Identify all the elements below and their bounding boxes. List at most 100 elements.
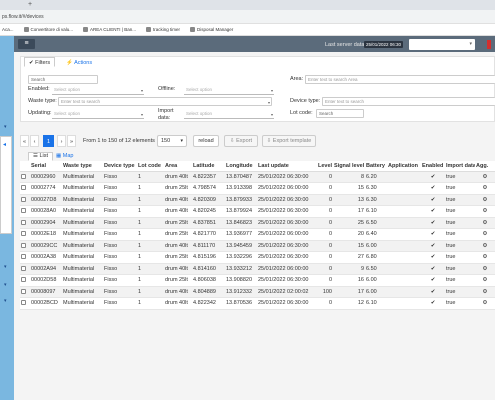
- table-row[interactable]: 000027D8 Multimaterial Fisso 1 drum 40lt 4.82…: [20, 194, 495, 206]
- gear-icon[interactable]: ⚙: [475, 228, 495, 241]
- gear-icon[interactable]: ⚙: [475, 182, 495, 195]
- row-checkbox-cell[interactable]: [20, 194, 30, 206]
- row-checkbox-cell[interactable]: [20, 286, 30, 298]
- gear-icon[interactable]: ⚙: [475, 171, 495, 183]
- gear-icon[interactable]: ⚙: [475, 274, 495, 287]
- page-1-button[interactable]: 1: [43, 135, 54, 147]
- row-checkbox-cell[interactable]: [20, 297, 30, 310]
- bookmark-item[interactable]: Disposal Manager: [190, 27, 233, 32]
- row-checkbox[interactable]: [21, 173, 26, 179]
- export-button[interactable]: ⇩ Export: [224, 135, 258, 147]
- reload-button[interactable]: reload: [193, 135, 219, 147]
- column-header[interactable]: Battery: [365, 161, 387, 172]
- export-template-button[interactable]: ⇩ Export template: [262, 135, 316, 147]
- row-checkbox-cell[interactable]: [20, 240, 30, 252]
- row-checkbox-cell[interactable]: [20, 217, 30, 229]
- row-checkbox[interactable]: [21, 219, 26, 225]
- bookmark-item[interactable]: Aca...: [2, 27, 14, 32]
- column-header[interactable]: Signal level: [333, 161, 365, 172]
- column-header[interactable]: Application: [387, 161, 421, 172]
- table-row[interactable]: 00002960 Multimaterial Fisso 1 drum 40lt 4.82…: [20, 171, 495, 183]
- tab-list[interactable]: ☰ List: [28, 152, 54, 161]
- tab-map[interactable]: ▦ Map: [56, 153, 73, 160]
- row-checkbox[interactable]: [21, 300, 26, 306]
- column-header[interactable]: Serial: [30, 161, 62, 172]
- row-checkbox[interactable]: [21, 277, 26, 283]
- row-checkbox-cell[interactable]: [20, 171, 30, 183]
- column-header[interactable]: Import data: [445, 161, 475, 172]
- bookmark-item[interactable]: tracking timer: [145, 27, 180, 32]
- top-select[interactable]: ▾: [409, 39, 475, 50]
- bookmark-item[interactable]: AREA CLIENTI | Ban...: [83, 27, 136, 32]
- table-row[interactable]: 00008097 Multimaterial Fisso 1 drum 40lt 4.80…: [20, 286, 495, 298]
- row-checkbox[interactable]: [21, 196, 26, 202]
- tab-actions[interactable]: ⚡ Actions: [62, 58, 96, 67]
- row-checkbox[interactable]: [21, 208, 26, 214]
- prev-page-button[interactable]: ‹: [30, 135, 39, 147]
- address-bar[interactable]: ps.flow.it/#/devices: [0, 10, 495, 24]
- row-checkbox-cell[interactable]: [20, 251, 30, 264]
- row-checkbox[interactable]: [21, 254, 26, 260]
- column-header[interactable]: Device type: [103, 161, 137, 172]
- table-row[interactable]: 00002A38 Multimaterial Fisso 1 drum 25lt 4.81…: [20, 251, 495, 264]
- table-row[interactable]: 000029CC Multimaterial Fisso 1 drum 40lt 4.81…: [20, 240, 495, 252]
- gear-icon[interactable]: ⚙: [475, 240, 495, 252]
- gear-icon[interactable]: ⚙: [475, 297, 495, 310]
- page-size-select[interactable]: 150 ▾: [157, 135, 187, 147]
- gear-icon[interactable]: ⚙: [475, 205, 495, 218]
- row-checkbox-cell[interactable]: [20, 228, 30, 241]
- chevron-down-icon[interactable]: ▾: [4, 264, 7, 270]
- gear-icon[interactable]: ⚙: [475, 286, 495, 298]
- chevron-down-icon[interactable]: ▾: [4, 282, 7, 288]
- first-page-button[interactable]: «: [20, 135, 29, 147]
- enabled-select[interactable]: Select option ▾: [52, 86, 144, 95]
- tab-filters[interactable]: ✔ Filters: [24, 57, 56, 67]
- gear-icon[interactable]: ⚙: [475, 217, 495, 229]
- column-header[interactable]: Area: [164, 161, 192, 172]
- import-data-select[interactable]: Select option ▾: [184, 110, 274, 119]
- new-tab-button[interactable]: +: [28, 1, 32, 8]
- row-checkbox[interactable]: [21, 242, 26, 248]
- table-row[interactable]: 00002D58 Multimaterial Fisso 1 drum 25lt 4.80…: [20, 274, 495, 287]
- chevron-down-icon[interactable]: ▾: [4, 298, 7, 304]
- flag-icon[interactable]: [487, 40, 491, 49]
- area-input[interactable]: Enter text to search Area: [305, 75, 495, 84]
- column-header[interactable]: Enabled: [421, 161, 445, 172]
- table-row[interactable]: 000028A0 Multimaterial Fisso 1 drum 40lt 4.82…: [20, 205, 495, 218]
- row-checkbox[interactable]: [21, 185, 26, 191]
- row-checkbox[interactable]: [21, 288, 26, 294]
- row-checkbox-cell[interactable]: [20, 263, 30, 275]
- lot-code-input[interactable]: Search: [316, 109, 364, 118]
- column-header[interactable]: Waste type: [62, 161, 103, 172]
- sidebar-collapsed-panel[interactable]: ◂: [0, 136, 12, 234]
- column-header[interactable]: Last update: [257, 161, 317, 172]
- chevron-left-icon[interactable]: ◂: [3, 141, 6, 148]
- table-row[interactable]: 00002774 Multimaterial Fisso 1 drum 25lt 4.79…: [20, 182, 495, 195]
- table-row[interactable]: 00002E18 Multimaterial Fisso 1 drum 25lt 4.82…: [20, 228, 495, 241]
- device-type-input[interactable]: Enter text to search: [322, 97, 495, 106]
- row-checkbox[interactable]: [21, 231, 26, 237]
- gear-icon[interactable]: ⚙: [475, 251, 495, 264]
- offline-select[interactable]: Select option ▾: [184, 86, 274, 95]
- select-all-checkbox-cell[interactable]: [20, 161, 30, 172]
- bookmark-item[interactable]: Convertitore di valu...: [23, 27, 73, 32]
- table-row[interactable]: 00002904 Multimaterial Fisso 1 drum 25lt 4.83…: [20, 217, 495, 229]
- updating-select[interactable]: Select option ▾: [52, 110, 144, 119]
- row-checkbox-cell[interactable]: [20, 205, 30, 218]
- column-header[interactable]: Longitude: [225, 161, 257, 172]
- next-page-button[interactable]: ›: [57, 135, 66, 147]
- row-checkbox-cell[interactable]: [20, 182, 30, 195]
- table-row[interactable]: 00002BCD Multimaterial Fisso 1 drum 40lt 4.82…: [20, 297, 495, 310]
- address-text[interactable]: ps.flow.it/#/devices: [2, 14, 44, 20]
- table-row[interactable]: 00002A94 Multimaterial Fisso 1 drum 40lt 4.81…: [20, 263, 495, 275]
- chevron-down-icon[interactable]: ▾: [4, 124, 7, 130]
- row-checkbox-cell[interactable]: [20, 274, 30, 287]
- gear-icon[interactable]: ⚙: [475, 194, 495, 206]
- column-header[interactable]: Agg.: [475, 161, 495, 172]
- row-checkbox[interactable]: [21, 265, 26, 271]
- menu-button[interactable]: ≡: [18, 39, 35, 49]
- column-header[interactable]: Level: [317, 161, 333, 172]
- column-header[interactable]: Lot code: [137, 161, 164, 172]
- search-input[interactable]: Search: [28, 75, 98, 84]
- last-page-button[interactable]: »: [67, 135, 76, 147]
